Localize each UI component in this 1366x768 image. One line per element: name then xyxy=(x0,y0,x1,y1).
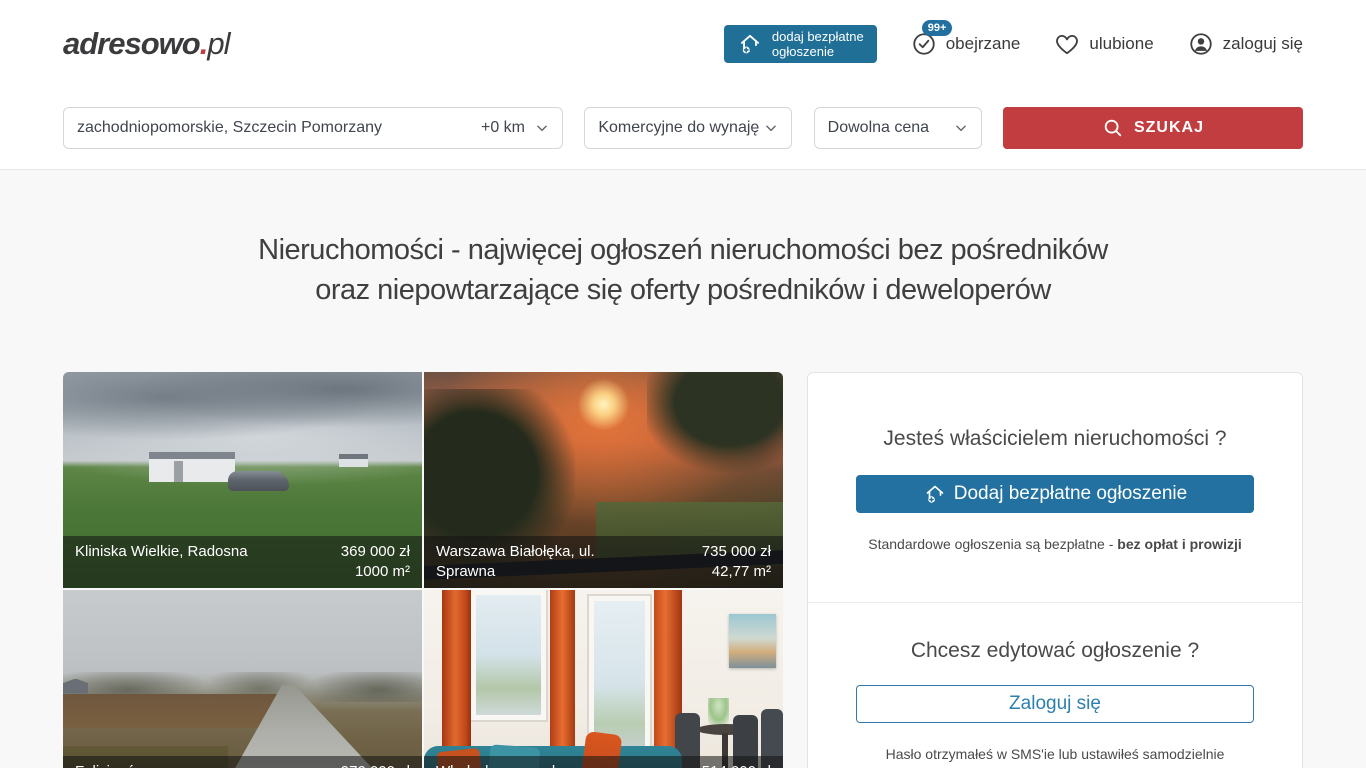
price-value: Dowolna cena xyxy=(828,119,929,137)
listing-price: 970 000 zł xyxy=(341,762,410,768)
viewed-button[interactable]: 99+ obejrzane xyxy=(911,31,1021,57)
listing-address: Kliniska Wielkie, Radosna xyxy=(75,542,248,582)
favorites-label: ulubione xyxy=(1089,34,1153,54)
listing-price: 514 000 zł xyxy=(702,762,771,768)
check-circle-icon: 99+ xyxy=(911,31,937,57)
logo[interactable]: adresowo.pl xyxy=(63,26,229,62)
search-button[interactable]: SZUKAJ xyxy=(1003,107,1303,149)
listing-address: Władysławowo, ul. xyxy=(436,762,559,768)
add-listing-label: dodaj bezpłatneogłoszenie xyxy=(772,29,864,59)
edit-section: Chcesz edytować ogłoszenie ? Zaloguj się… xyxy=(808,602,1302,768)
listing-meta: 735 000 zł 42,77 m² xyxy=(702,542,771,582)
category-value: Komercyjne do wynaję xyxy=(598,119,759,137)
listing-card[interactable]: Kliniska Wielkie, Radosna 369 000 zł 100… xyxy=(63,372,422,588)
header-top: adresowo.pl dodaj bezpłatneogłoszenie xyxy=(0,0,1366,88)
location-input[interactable]: zachodniopomorskie, Szczecin Pomorzany +… xyxy=(63,107,563,149)
listing-address: Warszawa Białołęka, ul. Sprawna xyxy=(436,542,624,582)
listing-caption: Warszawa Białołęka, ul. Sprawna 735 000 … xyxy=(424,536,783,588)
listing-caption: Władysławowo, ul. 514 000 zł xyxy=(424,756,783,768)
house-plus-icon xyxy=(923,482,947,506)
location-value: zachodniopomorskie, Szczecin Pomorzany xyxy=(77,119,382,137)
category-select[interactable]: Komercyjne do wynaję xyxy=(584,107,792,149)
photo-flowers xyxy=(708,698,730,724)
user-circle-icon xyxy=(1188,31,1214,57)
login-button[interactable]: zaloguj się xyxy=(1188,31,1303,57)
listing-caption: Kliniska Wielkie, Radosna 369 000 zł 100… xyxy=(63,536,422,588)
sidebar-card: Jesteś właścicielem nieruchomości ? Doda… xyxy=(807,372,1303,768)
header: adresowo.pl dodaj bezpłatneogłoszenie xyxy=(0,0,1366,170)
house-plus-icon xyxy=(737,31,763,57)
main-content: Kliniska Wielkie, Radosna 369 000 zł 100… xyxy=(0,372,1366,768)
owner-note: Standardowe ogłoszenia są bezpłatne - be… xyxy=(856,536,1254,552)
photo-building xyxy=(149,452,235,482)
magnifier-icon xyxy=(1102,117,1124,139)
edit-heading: Chcesz edytować ogłoszenie ? xyxy=(856,639,1254,663)
viewed-badge: 99+ xyxy=(922,20,953,36)
photo-house-far xyxy=(339,454,368,467)
sidebar-add-listing-label: Dodaj bezpłatne ogłoszenie xyxy=(954,483,1187,505)
listing-card[interactable]: Felicjanów 970 000 zł xyxy=(63,590,422,768)
search-button-label: SZUKAJ xyxy=(1134,119,1204,137)
listing-price: 735 000 zł xyxy=(702,542,771,562)
listing-card[interactable]: Władysławowo, ul. 514 000 zł xyxy=(424,590,783,768)
photo-trees xyxy=(647,372,783,474)
chevron-down-icon xyxy=(954,121,968,135)
logo-main: adresowo xyxy=(63,26,200,61)
add-listing-button[interactable]: dodaj bezpłatneogłoszenie xyxy=(724,25,877,63)
chevron-down-icon xyxy=(764,121,778,135)
listing-meta: 970 000 zł xyxy=(341,762,410,768)
search-bar: zachodniopomorskie, Szczecin Pomorzany +… xyxy=(0,88,1366,168)
listing-area: 1000 m² xyxy=(341,562,410,582)
page-title-line1: Nieruchomości - najwięcej ogłoszeń nieru… xyxy=(0,230,1366,270)
photo-bushes xyxy=(63,694,286,729)
photo-wall-art xyxy=(729,614,776,668)
listing-caption: Felicjanów 970 000 zł xyxy=(63,756,422,768)
photo-window xyxy=(471,590,546,720)
page-title-line2: oraz niepowtarzające się oferty pośredni… xyxy=(0,270,1366,310)
photo-door xyxy=(174,461,183,483)
header-actions: dodaj bezpłatneogłoszenie 99+ obejrzane xyxy=(724,25,1303,63)
heart-icon xyxy=(1054,31,1080,57)
logo-tld: pl xyxy=(207,26,229,61)
hero: Nieruchomości - najwięcej ogłoszeń nieru… xyxy=(0,230,1366,310)
radius-value: +0 km xyxy=(481,119,525,137)
listing-meta: 514 000 zł xyxy=(702,762,771,768)
listing-card[interactable]: Warszawa Białołęka, ul. Sprawna 735 000 … xyxy=(424,372,783,588)
listing-photo xyxy=(424,590,783,768)
edit-note: Hasło otrzymałeś w SMS'ie lub ustawiłeś … xyxy=(856,746,1254,762)
chevron-down-icon xyxy=(535,121,549,135)
photo-car xyxy=(228,471,289,490)
sidebar-add-listing-button[interactable]: Dodaj bezpłatne ogłoszenie xyxy=(856,475,1254,513)
listing-meta: 369 000 zł 1000 m² xyxy=(341,542,410,582)
listing-area: 42,77 m² xyxy=(702,562,771,582)
listings-grid: Kliniska Wielkie, Radosna 369 000 zł 100… xyxy=(63,372,783,768)
listing-address: Felicjanów xyxy=(75,762,146,768)
owner-section: Jesteś właścicielem nieruchomości ? Doda… xyxy=(808,373,1302,602)
viewed-label: obejrzane xyxy=(946,34,1021,54)
sidebar-login-button[interactable]: Zaloguj się xyxy=(856,685,1254,723)
listing-price: 369 000 zł xyxy=(341,542,410,562)
login-label: zaloguj się xyxy=(1223,34,1303,54)
radius-dropdown[interactable]: +0 km xyxy=(481,119,549,137)
page-title: Nieruchomości - najwięcej ogłoszeń nieru… xyxy=(0,230,1366,310)
owner-heading: Jesteś właścicielem nieruchomości ? xyxy=(856,427,1254,451)
favorites-button[interactable]: ulubione xyxy=(1054,31,1153,57)
photo-curtain xyxy=(442,590,471,768)
photo-curtain xyxy=(550,590,575,768)
price-select[interactable]: Dowolna cena xyxy=(814,107,982,149)
listing-photo xyxy=(63,590,422,768)
owner-note-bold: bez opłat i prowizji xyxy=(1117,536,1241,552)
